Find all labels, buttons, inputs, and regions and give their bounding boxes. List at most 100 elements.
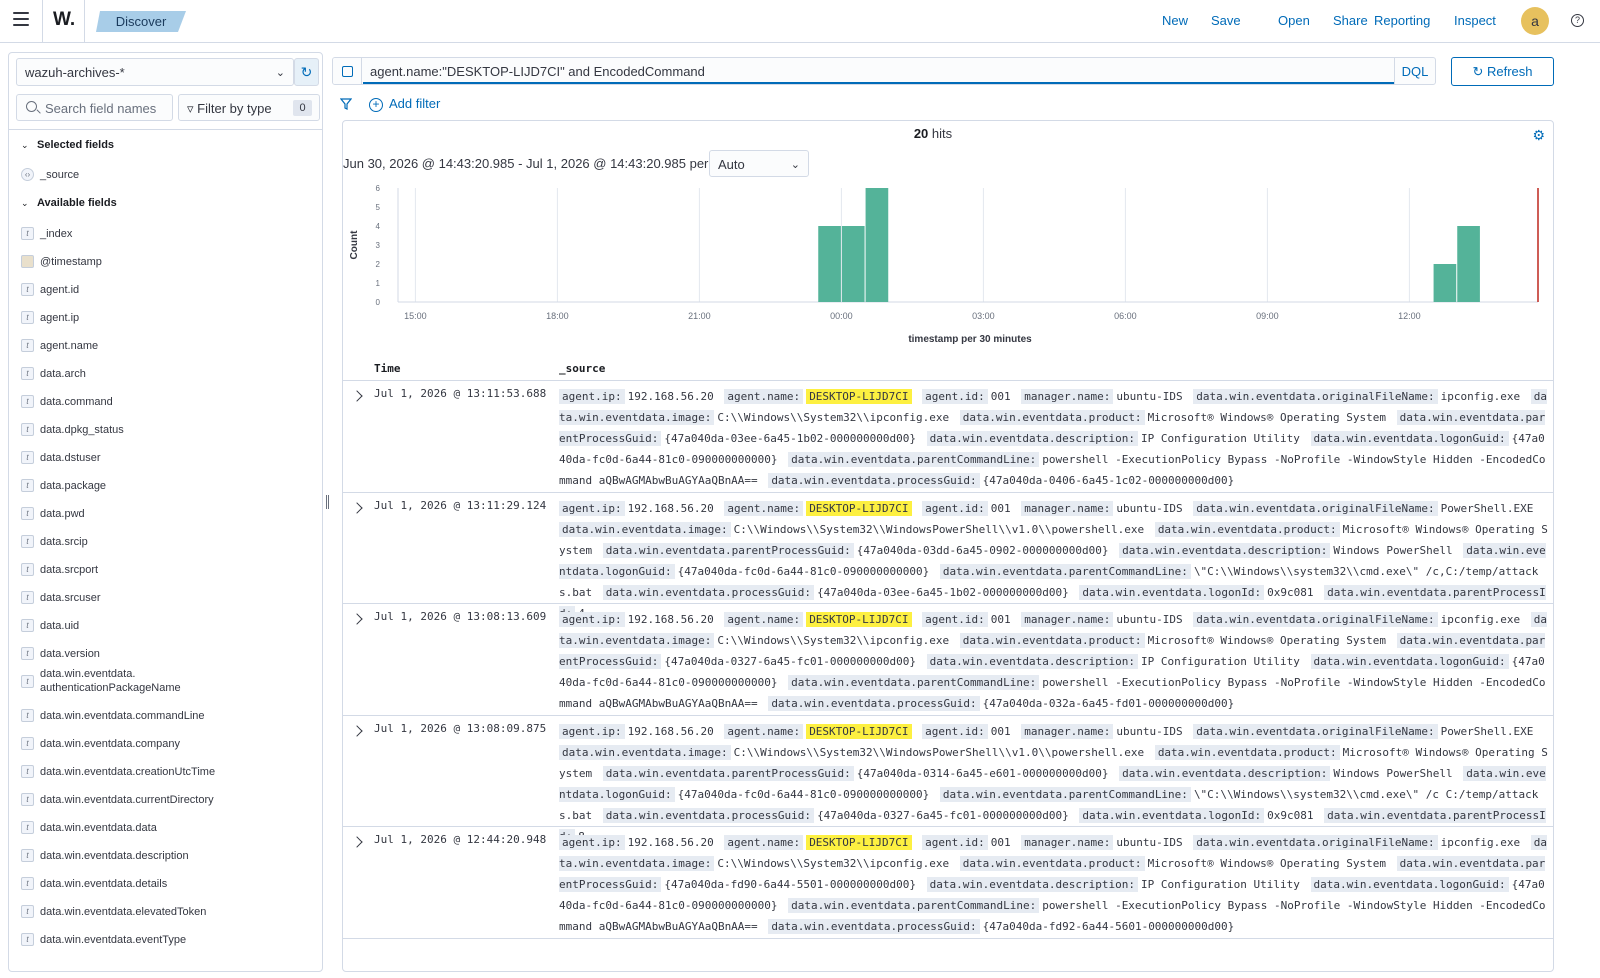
chevron-down-icon: ⌄: [275, 67, 285, 79]
column-header-source[interactable]: _source: [559, 362, 605, 375]
expand-row-icon[interactable]: [351, 390, 363, 402]
chevron-down-icon: ⌄: [21, 198, 29, 208]
field-name: data.win.eventdata.elevatedToken: [40, 906, 207, 918]
field-name: data.win.eventdata.details: [40, 878, 168, 890]
field-key: data.win.eventdata.logonGuid:: [1310, 431, 1509, 446]
avatar[interactable]: a: [1521, 7, 1549, 35]
filter-icon[interactable]: [340, 98, 352, 110]
logo[interactable]: W.: [53, 9, 75, 31]
expand-row-icon[interactable]: [351, 724, 363, 737]
y-tick-label: 2: [376, 260, 381, 269]
query-bar[interactable]: agent.name:"DESKTOP-LIJD7CI" and Encoded…: [332, 57, 1436, 85]
column-header-time[interactable]: Time: [374, 362, 401, 375]
expand-row-icon[interactable]: [351, 613, 363, 625]
share-button[interactable]: Share: [1333, 13, 1368, 28]
breadcrumb-discover[interactable]: Discover: [96, 11, 186, 32]
y-tick-label: 1: [376, 279, 381, 288]
field-name: data.command: [40, 396, 113, 408]
add-filter-button[interactable]: + Add filter: [369, 96, 440, 112]
string-type-icon: t: [21, 619, 34, 632]
field-key: data.win.eventdata.originalFileName:: [1193, 723, 1438, 739]
selected-fields-toggle[interactable]: ⌄ Selected fields: [21, 139, 114, 151]
field-value: {47a040da-03ee-6a45-1b02-000000000d00}: [817, 585, 1069, 599]
field-name: data.version: [40, 648, 100, 660]
field-name: data.pwd: [40, 508, 85, 520]
search-field-input[interactable]: Search field names: [16, 94, 173, 121]
save-button[interactable]: Save: [1211, 13, 1241, 28]
highlighted-value: DESKTOP-LIJD7CI: [806, 389, 912, 404]
field-key: agent.id:: [922, 612, 988, 627]
new-button[interactable]: New: [1162, 13, 1188, 28]
field-key: agent.name:: [724, 500, 804, 516]
field-value: 192.168.56.20: [627, 613, 714, 626]
field-name: data.package: [40, 480, 107, 492]
field-value: Microsoft® Windows® Operating System: [1147, 411, 1386, 424]
filter-by-type-button[interactable]: ▿ Filter by type 0: [178, 94, 320, 121]
x-tick-label: 09:00: [1256, 311, 1279, 321]
refresh-button[interactable]: ↻ Refresh: [1451, 57, 1554, 86]
query-input[interactable]: agent.name:"DESKTOP-LIJD7CI" and Encoded…: [370, 64, 705, 79]
filter-by-type-label: Filter by type: [197, 101, 272, 116]
expand-row-icon[interactable]: [351, 836, 363, 848]
field-key: manager.name:: [1021, 500, 1114, 516]
saved-query-icon[interactable]: [333, 58, 362, 84]
field-name: data.win.eventdata.commandLine: [40, 710, 205, 722]
field-key: agent.name:: [724, 723, 804, 739]
field-name: _source: [40, 169, 80, 181]
string-type-icon: t: [21, 423, 34, 436]
results-panel: 20 hits ⚙ Jun 30, 2026 @ 14:43:20.985 - …: [342, 120, 1554, 972]
field-key: data.win.eventdata.product:: [1154, 744, 1340, 760]
gear-icon[interactable]: ⚙: [1532, 127, 1545, 144]
field-name: data.win.eventdata. authenticationPackag…: [40, 668, 181, 694]
x-tick-label: 21:00: [688, 311, 711, 321]
field-value: Windows PowerShell: [1333, 543, 1453, 557]
menu-icon[interactable]: [13, 12, 29, 26]
string-type-icon: t: [21, 507, 34, 520]
field-value: 0x9c081: [1267, 585, 1314, 599]
field-value: C:\\Windows\\System32\\WindowsPowerShell…: [733, 522, 1145, 536]
field-key: manager.name:: [1021, 835, 1114, 850]
highlighted-value: DESKTOP-LIJD7CI: [806, 612, 912, 627]
field-key: data.win.eventdata.parentCommandLine:: [788, 675, 1040, 690]
refresh-index-icon[interactable]: ↻: [294, 58, 319, 86]
field-value: {47a040da-0327-6a45-fc01-000000000d00}: [664, 655, 917, 668]
field-value: {47a040da-0327-6a45-fc01-000000000d00}: [817, 808, 1069, 822]
string-type-icon: t: [21, 227, 34, 240]
source-icon: ‹›: [21, 168, 34, 181]
field-key: data.win.eventdata.logonGuid:: [1310, 654, 1509, 669]
field-name: agent.name: [40, 340, 99, 352]
x-tick-label: 12:00: [1398, 311, 1421, 321]
field-name: data.win.eventdata.company: [40, 738, 181, 750]
field-name: data.win.eventdata.data: [40, 822, 157, 834]
field-value: ubuntu-IDS: [1116, 836, 1183, 849]
interval-select[interactable]: Auto ⌄: [709, 150, 809, 177]
inspect-button[interactable]: Inspect: [1454, 13, 1496, 28]
expand-row-icon[interactable]: [351, 501, 363, 514]
field-value: ubuntu-IDS: [1116, 613, 1183, 626]
field-value: ipconfig.exe: [1440, 613, 1521, 626]
field-key: agent.name:: [724, 835, 804, 850]
help-icon[interactable]: ?: [1571, 14, 1584, 27]
field-value: PowerShell.EXE: [1440, 501, 1534, 515]
string-type-icon: t: [21, 675, 34, 688]
reporting-button[interactable]: Reporting: [1374, 13, 1430, 28]
index-pattern-select[interactable]: wazuh-archives-* ⌄: [16, 58, 294, 86]
selected-fields-title: Selected fields: [37, 139, 115, 151]
available-fields-toggle[interactable]: ⌄ Available fields: [21, 197, 117, 209]
field-value: 001: [990, 390, 1011, 403]
resize-handle[interactable]: [326, 495, 329, 509]
field-value: ipconfig.exe: [1440, 390, 1521, 403]
top-bar: W. Discover New Save Open Share Reportin…: [0, 0, 1600, 43]
filter-icon: ▿: [187, 101, 194, 116]
open-button[interactable]: Open: [1278, 13, 1310, 28]
field-value: Windows PowerShell: [1333, 766, 1453, 780]
field-key: agent.id:: [922, 835, 988, 850]
y-axis-label: Count: [349, 230, 360, 260]
calendar-icon: [21, 255, 34, 268]
search-placeholder: Search field names: [45, 101, 157, 116]
histogram-bar: [1433, 264, 1457, 302]
field-value: 192.168.56.20: [627, 390, 714, 403]
dql-toggle[interactable]: DQL: [1394, 58, 1435, 84]
field-key: data.win.eventdata.processGuid:: [602, 584, 815, 600]
string-type-icon: t: [21, 535, 34, 548]
